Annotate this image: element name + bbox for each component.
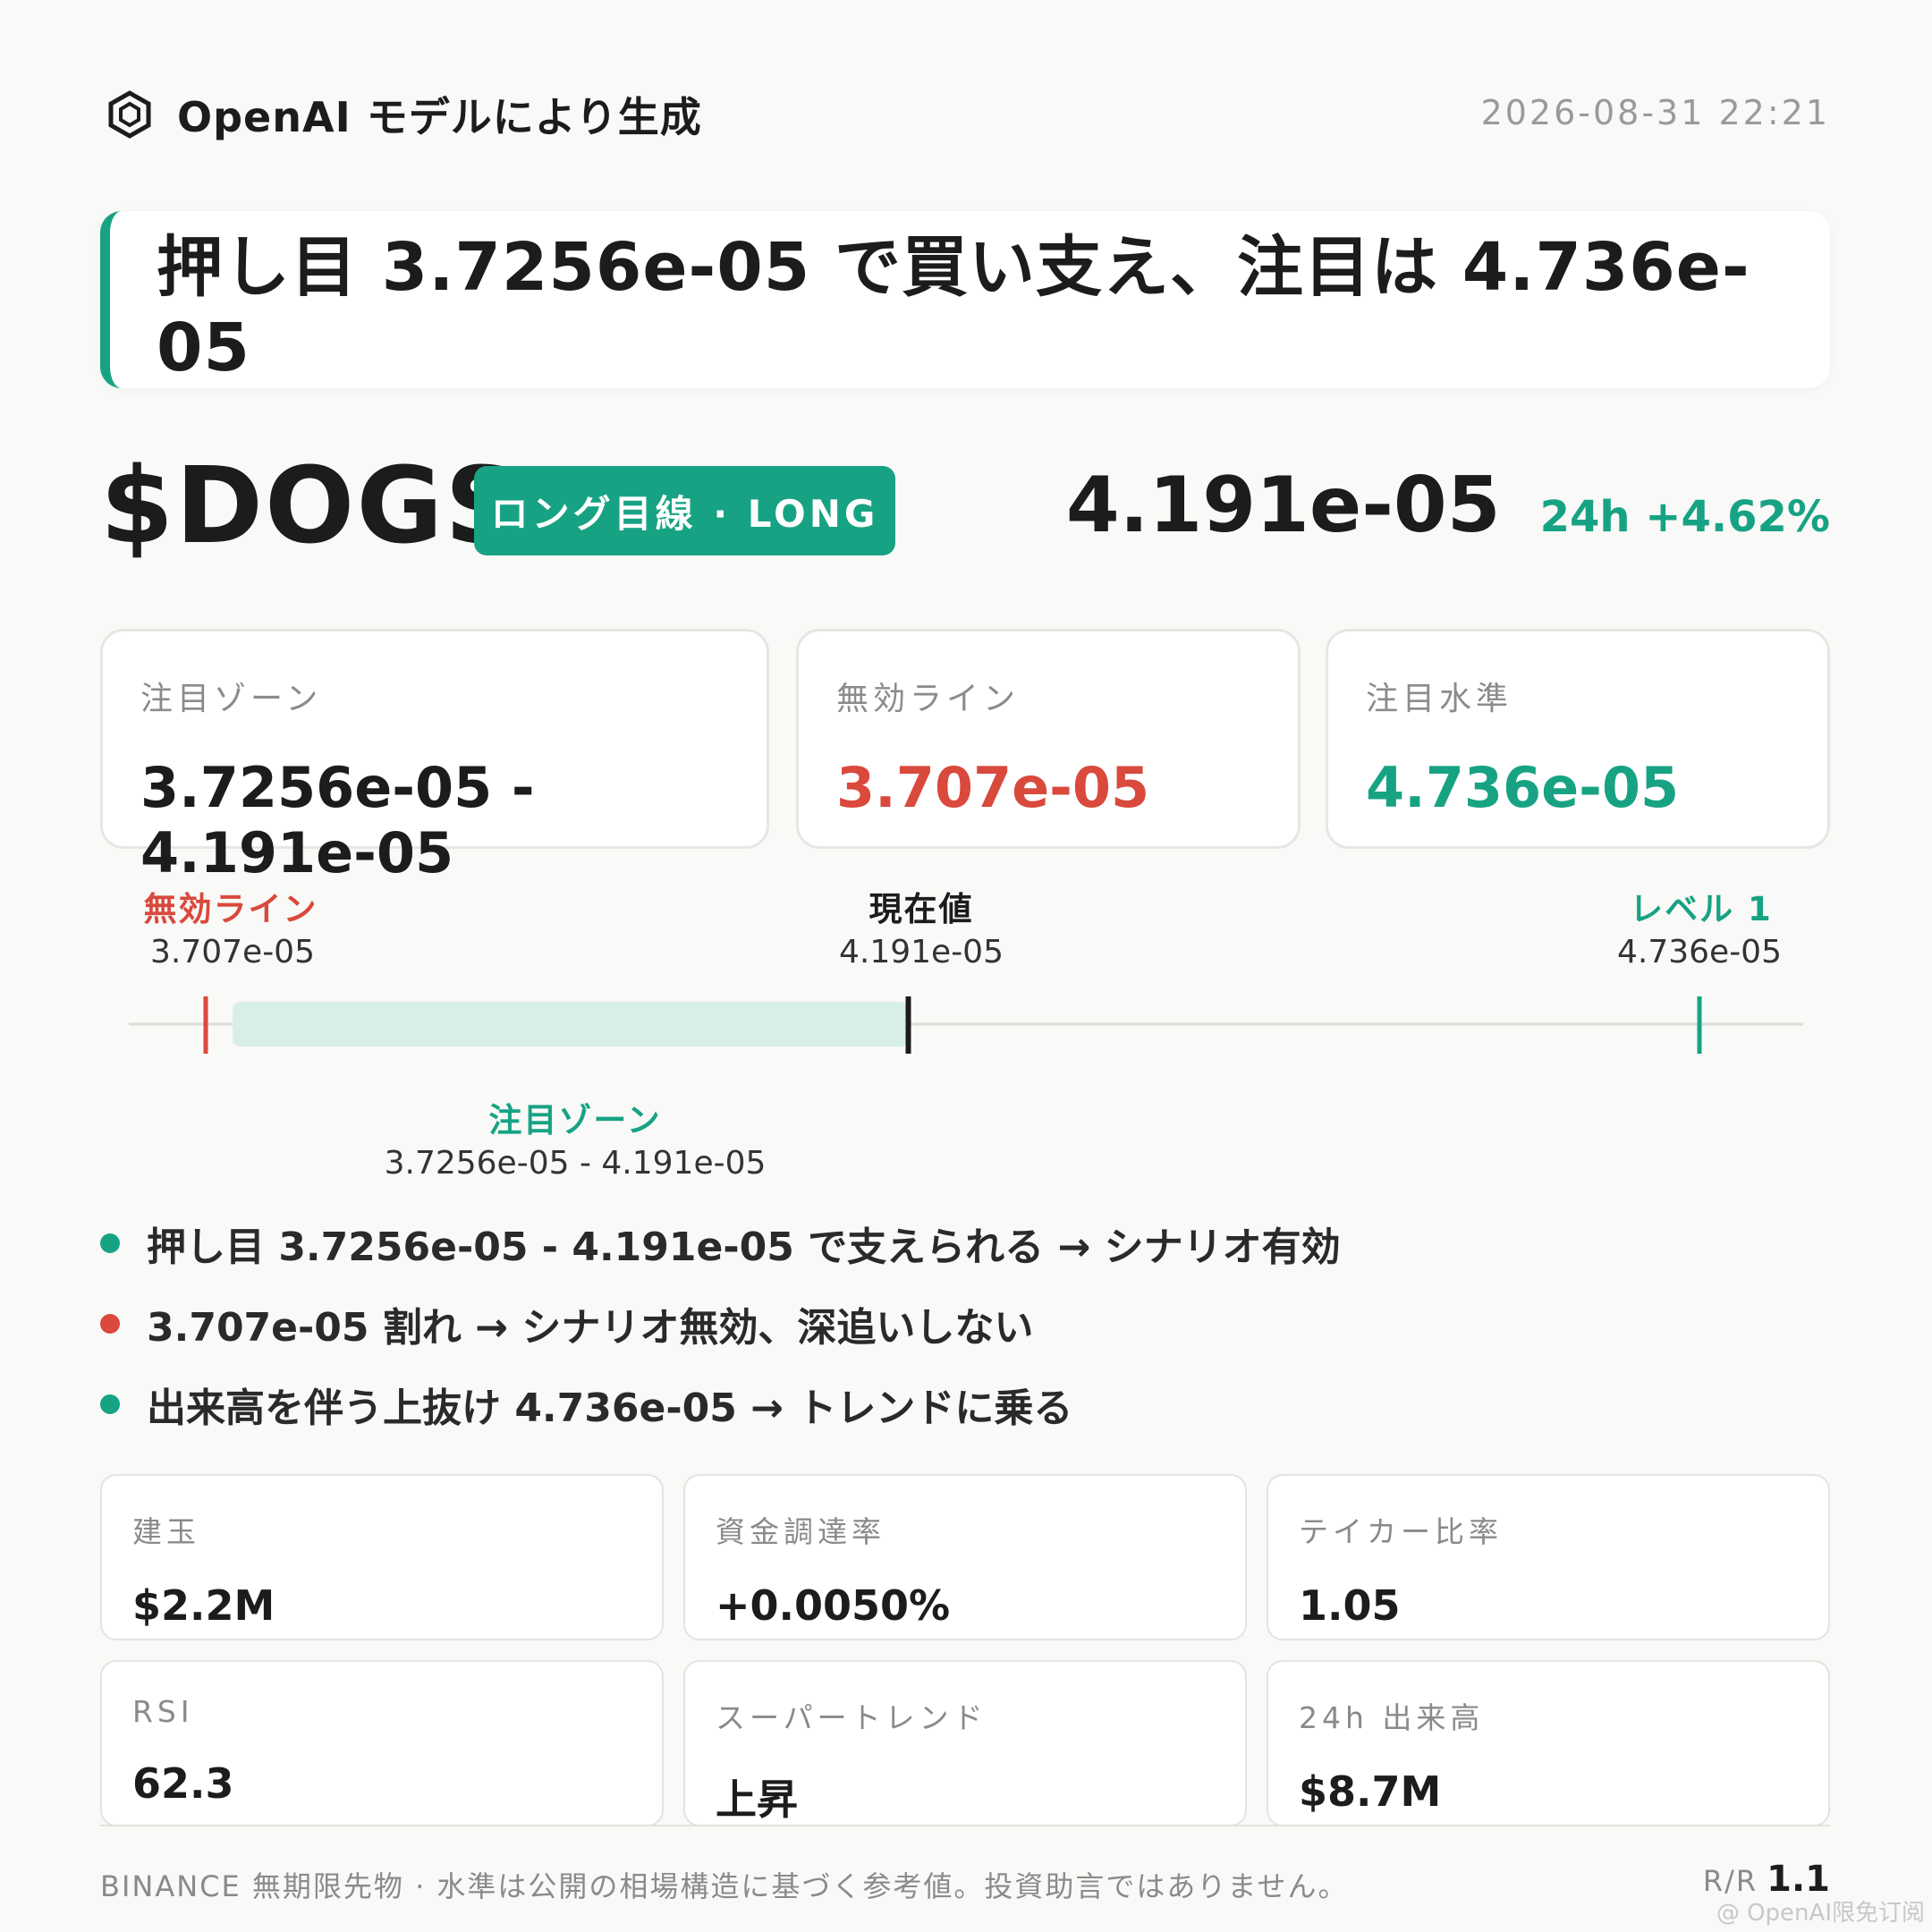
level-label: 注目ゾーン [140,681,323,717]
brand: OpenAI モデルにより生成 [106,86,702,143]
level-value: 4.736e-05 [1366,755,1680,820]
track-target-value: 4.736e-05 [1616,934,1782,970]
metric-volume-24h: 24h 出来高 $8.7M [1267,1660,1830,1826]
metric-label: RSI [132,1694,194,1729]
scenario-item: 出来高を伴う上抜け 4.736e-05 → トレンドに乗る [100,1376,1072,1433]
ticker-symbol: $DOGS [100,444,523,567]
scenario-text: 押し目 3.7256e-05 - 4.191e-05 で支えられる → シナリオ… [147,1224,1341,1270]
rr-label: R/R [1702,1864,1758,1898]
metric-funding-rate: 資金調達率 +0.0050% [683,1474,1247,1640]
level-value: 3.7256e-05 - 4.191e-05 [140,755,535,886]
timestamp: 2026-08-31 22:21 [1480,93,1830,132]
current-price: 4.191e-05 [1065,461,1501,550]
bullet-dot [100,1314,120,1334]
metric-value: $2.2M [132,1581,275,1630]
level-card-target: 注目水準 4.736e-05 [1326,629,1830,849]
price-track [129,996,1803,1054]
brand-label: OpenAI モデルにより生成 [177,93,702,141]
bullet-dot [100,1394,120,1414]
metric-label: スーパートレンド [716,1700,987,1735]
track-zone-band [233,1002,909,1046]
change-24h: 24h +4.62% [1539,492,1830,542]
watermark: @ OpenAI限免订阅 [1716,1900,1925,1927]
metric-label: 24h 出来高 [1299,1700,1485,1735]
metric-open-interest: 建玉 $2.2M [100,1474,664,1640]
track-invalidation-label: 無効ライン [143,890,318,928]
metric-value: 1.05 [1299,1581,1401,1630]
track-zone-label: 注目ゾーン [488,1101,662,1140]
metric-supertrend: スーパートレンド 上昇 [683,1660,1247,1826]
track-target-label: レベル 1 [1630,890,1773,928]
metric-value: +0.0050% [716,1581,951,1630]
footer-disclaimer: BINANCE 無期限先物 · 水準は公開の相場構造に基づく参考値。投資助言では… [100,1869,1349,1903]
track-current-label: 現在値 [869,890,974,928]
track-zone-value: 3.7256e-05 - 4.191e-05 [384,1145,767,1182]
footer-divider [100,1825,1830,1826]
metric-value: 62.3 [132,1759,234,1808]
scenario-text: 出来高を伴う上抜け 4.736e-05 → トレンドに乗る [147,1385,1073,1431]
metric-value: $8.7M [1299,1767,1442,1816]
hexagon-logo-icon [108,90,151,139]
track-current-value: 4.191e-05 [838,934,1004,970]
metric-taker-ratio: テイカー比率 1.05 [1267,1474,1830,1640]
bullet-dot [100,1233,120,1253]
price-row: 4.191e-05 24h +4.62% [1066,461,1830,550]
metric-label: 建玉 [132,1514,200,1549]
level-label: 注目水準 [1366,681,1513,717]
level-label: 無効ライン [836,681,1021,717]
track-invalidation-value: 3.707e-05 [149,934,315,970]
metric-value: 上昇 [716,1775,798,1824]
side-badge: ロング目線 · LONG [474,466,895,555]
headline-text: 押し目 3.7256e-05 で買い支え、注目は 4.736e-05 [157,228,1750,386]
metric-label: テイカー比率 [1299,1514,1503,1549]
level-value: 3.707e-05 [836,755,1150,820]
metric-rsi: RSI 62.3 [100,1660,664,1826]
metric-label: 資金調達率 [716,1514,886,1549]
scenario-text: 3.707e-05 割れ → シナリオ無効、深追いしない [147,1305,1034,1351]
scenario-item: 押し目 3.7256e-05 - 4.191e-05 で支えられる → シナリオ… [100,1215,1341,1272]
headline-card: 押し目 3.7256e-05 で買い支え、注目は 4.736e-05 [100,211,1830,388]
level-card-invalidation: 無効ライン 3.707e-05 [796,629,1301,849]
scenario-item: 3.707e-05 割れ → シナリオ無効、深追いしない [100,1295,1033,1352]
level-card-zone: 注目ゾーン 3.7256e-05 - 4.191e-05 [100,629,769,886]
